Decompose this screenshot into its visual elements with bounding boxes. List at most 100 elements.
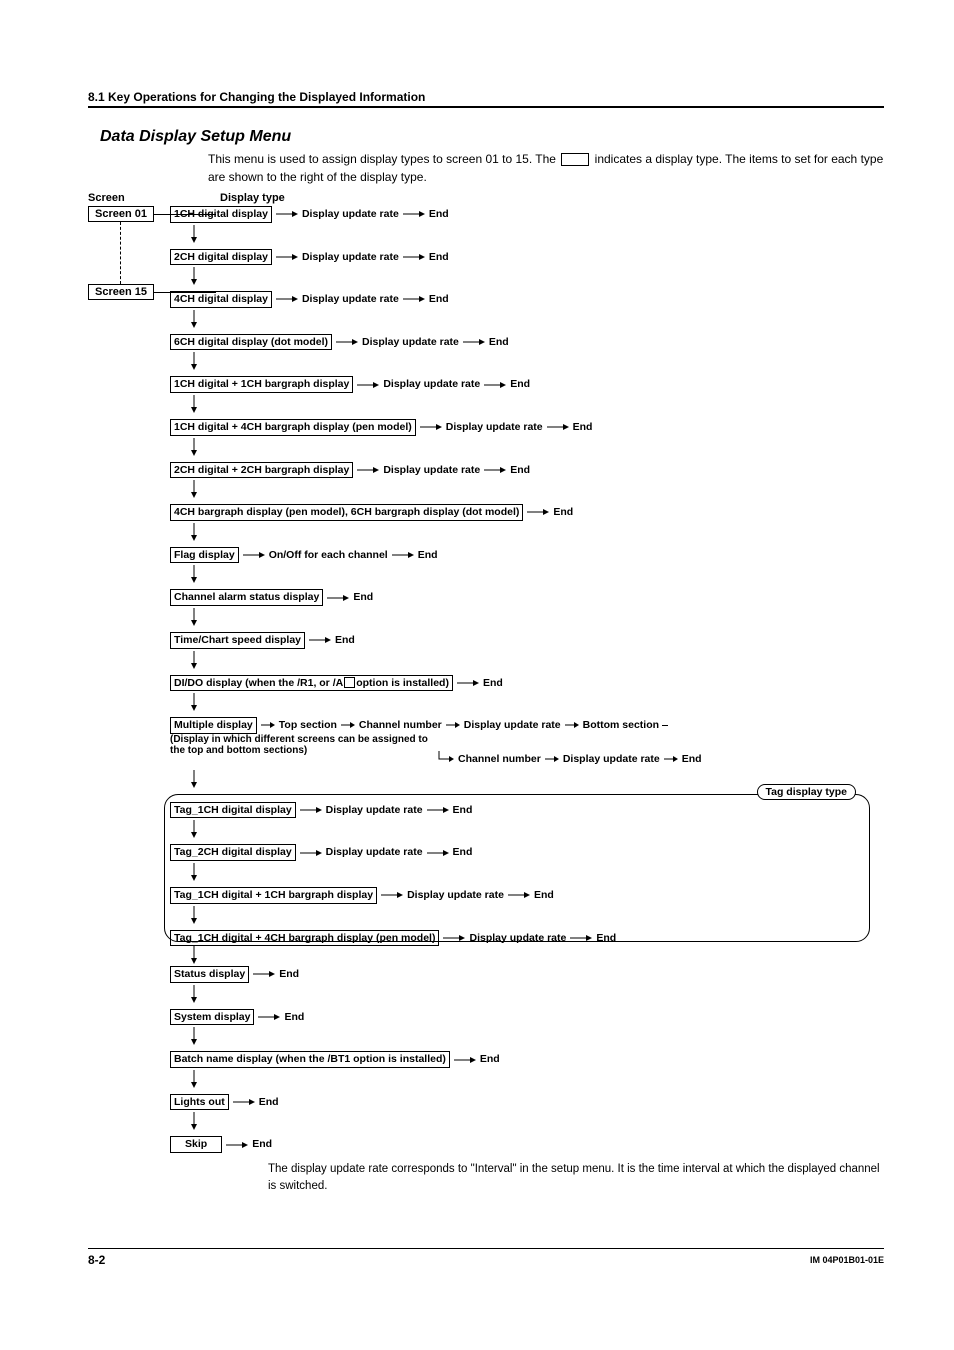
type-row: Tag_1CH digital + 4CH bargraph display (… [170,930,876,947]
type-row: 4CH bargraph display (pen model), 6CH ba… [170,504,884,541]
arrow-right-icon [427,806,449,814]
arrow-right-icon [300,806,322,814]
arrow-down-icon [190,352,884,370]
arrow-right-icon [403,295,425,303]
arrow-right-icon [233,1098,255,1106]
type-row: Lights out End [170,1094,884,1131]
display-type-box: Multiple display [170,717,257,734]
arrow-right-icon [570,934,592,942]
display-type-box: Tag_1CH digital + 4CH bargraph display (… [170,930,439,947]
end-label: End [453,846,473,859]
type-row: System display End [170,1009,884,1046]
type-row: 2CH digital display Display update rate … [170,249,884,286]
arrow-down-icon [190,1027,884,1045]
multiple-display-note: (Display in which different screens can … [170,734,430,757]
display-type-box: Channel alarm status display [170,589,323,606]
arrow-down-icon [190,985,884,1003]
display-type-box: Skip [170,1136,222,1153]
display-update-rate-label: Display update rate [302,208,399,221]
arrow-right-icon [253,970,275,978]
page-number: 8-2 [88,1253,105,1267]
end-label: End [553,506,573,519]
display-update-rate-label: Display update rate [469,932,566,945]
type-row: 1CH digital display Display update rate … [170,206,884,243]
arrow-right-icon [258,1013,280,1021]
display-type-box: 6CH digital display (dot model) [170,334,332,351]
arrow-down-icon [190,820,876,838]
end-label: End [252,1138,272,1151]
footnote-text: The display update rate corresponds to "… [268,1161,884,1196]
document-id: IM 04P01B01-01E [810,1255,884,1265]
type-row: Time/Chart speed display End [170,632,884,669]
arrow-right-icon [341,721,355,729]
connector-tail [662,725,668,726]
end-label: End [353,591,373,604]
display-update-rate-label: Display update rate [362,336,459,349]
display-update-rate-label: Display update rate [383,464,480,477]
display-update-rate-label: Display update rate [464,719,561,732]
arrow-down-icon [190,523,884,541]
display-update-rate-label: Display update rate [302,251,399,264]
top-section-label: Top section [279,719,337,732]
display-update-rate-label: Display update rate [326,804,423,817]
arrow-right-icon [463,338,485,346]
arrow-right-icon [484,381,506,389]
display-type-box: Flag display [170,547,239,564]
display-type-indicator-box [561,153,589,166]
type-row: 2CH digital + 2CH bargraph display Displ… [170,462,884,499]
arrow-right-icon [403,253,425,261]
type-row: Channel alarm status display End [170,589,884,626]
arrow-right-icon [420,423,442,431]
arrow-right-icon [527,508,549,516]
arrow-right-icon [565,721,579,729]
display-type-box: 4CH digital display [170,291,272,308]
end-label: End [489,336,509,349]
display-type-box: System display [170,1009,254,1026]
arrow-down-icon [190,608,884,626]
arrow-down-icon [190,310,884,328]
screen-column: Screen 01 Screen 15 [88,206,170,266]
display-type-box: 1CH digital display [170,206,272,223]
screen-01-box: Screen 01 [88,206,154,222]
arrow-right-icon [392,551,414,559]
end-label: End [480,1053,500,1066]
arrow-down-icon [190,863,876,881]
type-row: 4CH digital display Display update rate … [170,291,884,328]
display-update-rate-label: Display update rate [407,889,504,902]
display-type-box: Lights out [170,1094,229,1111]
arrow-right-icon [300,849,322,857]
type-row: 1CH digital + 1CH bargraph display Displ… [170,376,884,413]
intro-pre: This menu is used to assign display type… [208,152,559,166]
arrow-right-icon [484,466,506,474]
type-row: Tag_1CH digital + 1CH bargraph display D… [170,887,876,924]
type-row: Skip End [170,1136,884,1153]
arrow-right-icon [381,891,403,899]
display-type-box: Tag_1CH digital + 1CH bargraph display [170,887,377,904]
dido-label-b: option is installed) [356,677,449,689]
channel-number-label: Channel number [359,719,442,732]
intro-text: This menu is used to assign display type… [208,150,884,186]
arrow-right-icon [443,934,465,942]
arrow-right-icon [309,636,331,644]
screen-15-box: Screen 15 [88,284,154,300]
display-type-box: Status display [170,966,249,983]
arrow-right-icon [357,466,379,474]
arrow-right-icon [276,210,298,218]
type-row: Tag_1CH digital display Display update r… [170,802,876,839]
arrow-right-icon [508,891,530,899]
end-label: End [596,932,616,945]
end-label: End [483,677,503,690]
arrow-down-icon [190,1070,884,1088]
type-row: 6CH digital display (dot model) Display … [170,334,884,371]
end-label: End [573,421,593,434]
end-label: End [335,634,355,647]
display-type-box: 2CH digital display [170,249,272,266]
arrow-right-icon [276,295,298,303]
display-type-box: 2CH digital + 2CH bargraph display [170,462,353,479]
type-row: Tag_2CH digital display Display update r… [170,844,876,881]
section-header: 8.1 Key Operations for Changing the Disp… [88,90,884,108]
end-label: End [279,968,299,981]
arrow-right-icon [243,551,265,559]
type-row: Batch name display (when the /BT1 option… [170,1051,884,1088]
display-type-box: Batch name display (when the /BT1 option… [170,1051,450,1068]
